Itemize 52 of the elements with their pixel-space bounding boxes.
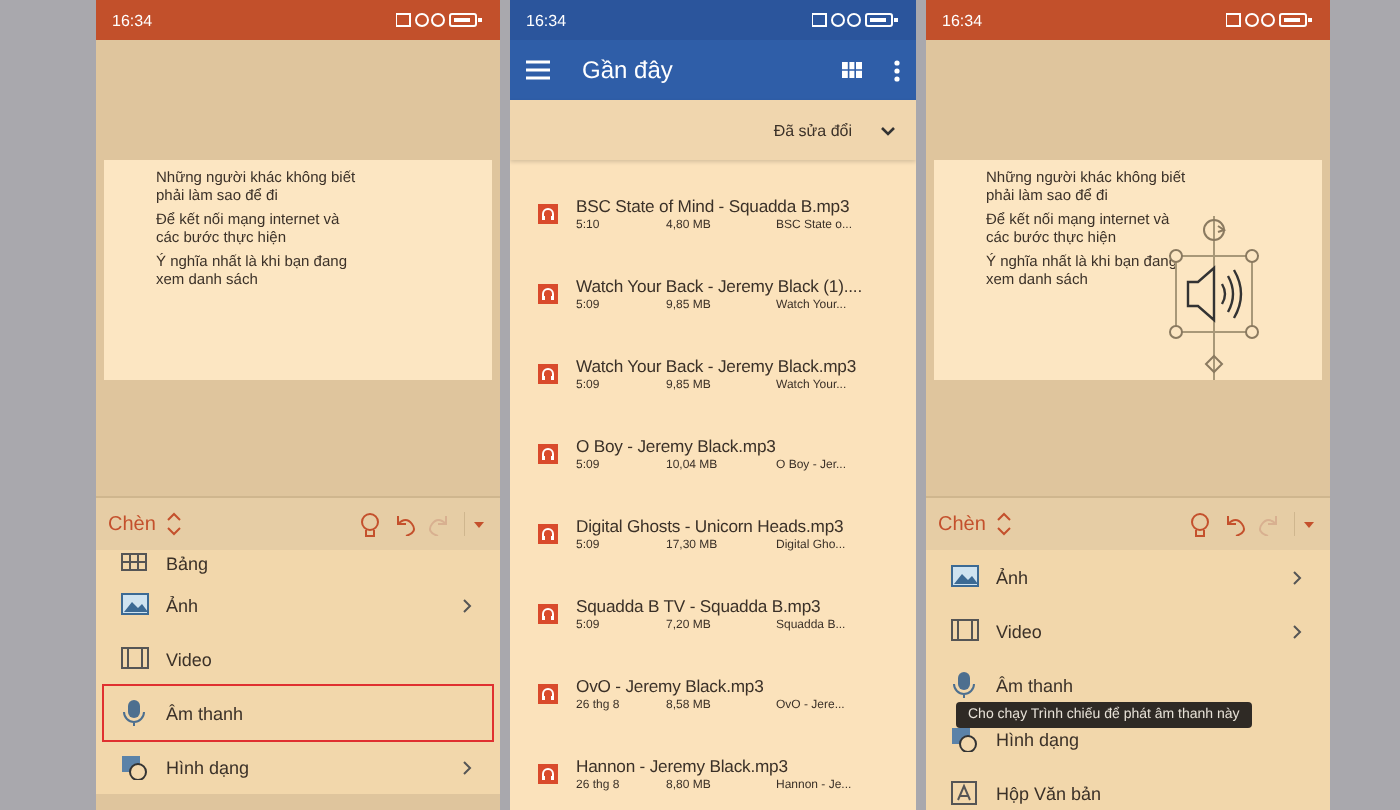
file-name: Watch Your Back - Jeremy Black.mp3 — [576, 356, 859, 376]
status-icons — [1226, 12, 1314, 28]
app-title: Gần đây — [582, 56, 675, 84]
image-icon — [120, 592, 150, 618]
menu-icon[interactable] — [526, 60, 550, 80]
chevron-down-icon[interactable] — [880, 125, 896, 135]
file-name: BSC State of Mind - Squadda B.mp3 — [576, 196, 852, 216]
status-icons — [812, 12, 900, 28]
audio-file-icon — [538, 684, 558, 704]
menu-item[interactable]: Hộp Văn bản — [934, 766, 1322, 810]
audio-file-icon — [538, 204, 558, 224]
status-time: 16:34 — [526, 11, 567, 29]
undo-icon[interactable] — [392, 512, 416, 536]
status-time: 16:34 — [942, 11, 983, 29]
menu-item[interactable]: Âm thanh — [104, 686, 492, 740]
menu-item[interactable]: Bảng — [104, 550, 492, 578]
grid-view-icon[interactable] — [842, 62, 862, 78]
more-options-icon[interactable] — [894, 59, 900, 81]
microphone-icon — [950, 672, 980, 698]
up-down-icon — [165, 512, 182, 536]
table-icon — [120, 551, 150, 577]
file-name: O Boy - Jeremy Black.mp3 — [576, 436, 778, 456]
menu-item[interactable]: Hình dạng — [104, 740, 492, 794]
microphone-icon — [120, 700, 150, 726]
menu-item[interactable]: Ảnh — [104, 578, 492, 632]
status-time: 16:34 — [112, 11, 153, 29]
menu-item[interactable]: Video — [934, 604, 1322, 658]
sort-label[interactable]: Đã sửa đổi — [773, 121, 852, 139]
file-name: Digital Ghosts - Unicorn Heads.mp3 — [576, 516, 846, 536]
audio-file-icon — [538, 284, 558, 304]
film-icon — [120, 646, 150, 672]
text-box-icon — [950, 780, 980, 806]
audio-file-icon — [538, 364, 558, 384]
file-name: Squadda B TV - Squadda B.mp3 — [576, 596, 823, 616]
menu-item[interactable]: Video — [104, 632, 492, 686]
menu-item[interactable]: Ảnh — [934, 550, 1322, 604]
audio-file-icon — [538, 764, 558, 784]
audio-file-icon — [538, 604, 558, 624]
shapes-icon — [950, 726, 980, 752]
lightbulb-icon[interactable] — [360, 511, 380, 537]
audio-file-icon — [538, 444, 558, 464]
file-name: Watch Your Back - Jeremy Black (1).... — [576, 276, 864, 296]
audio-file-icon — [538, 524, 558, 544]
file-name: OvO - Jeremy Black.mp3 — [576, 676, 766, 696]
image-icon — [950, 564, 980, 590]
file-name: Hannon - Jeremy Black.mp3 — [576, 756, 790, 776]
shapes-icon — [120, 754, 150, 780]
lightbulb-icon[interactable] — [1190, 511, 1210, 537]
undo-icon[interactable] — [1222, 512, 1246, 536]
status-icons — [396, 12, 484, 28]
film-icon — [950, 618, 980, 644]
up-down-icon — [995, 512, 1012, 536]
